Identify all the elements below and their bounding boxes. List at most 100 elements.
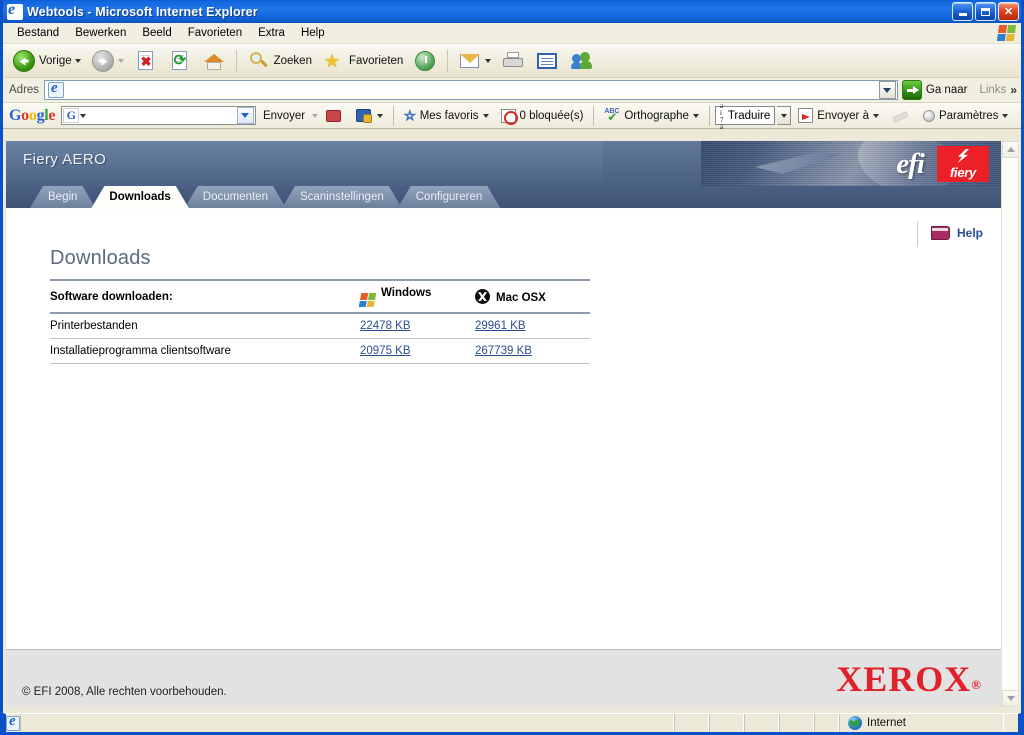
history-button[interactable] — [408, 47, 442, 75]
globe-icon — [848, 716, 862, 730]
download-link-mac[interactable]: 29961 KB — [475, 320, 526, 332]
google-settings-button[interactable]: Paramètres — [918, 105, 1013, 127]
address-input-wrapper[interactable] — [44, 80, 898, 100]
help-link[interactable]: Help — [916, 221, 983, 247]
help-label: Help — [956, 225, 983, 240]
edit-button[interactable] — [530, 47, 564, 75]
tab-begin[interactable]: Begin — [30, 186, 95, 208]
row-name: Printerbestanden — [50, 319, 138, 332]
row-name: Installatieprogramma clientsoftware — [50, 344, 231, 357]
menu-item-favorieten[interactable]: Favorieten — [180, 25, 250, 41]
google-options-caret-icon[interactable] — [377, 113, 384, 118]
status-page-icon-cell — [6, 715, 20, 731]
forward-arrow-icon — [91, 49, 115, 73]
fiery-logo: fiery — [937, 146, 989, 182]
favorites-button-label: Favorieten — [348, 54, 404, 67]
google-toolbar: Google G Envoyer ☆ Mes favoris 0 bloquée… — [3, 101, 1021, 130]
google-my-favorites-button[interactable]: ☆ Mes favoris — [399, 105, 493, 127]
scroll-up-button[interactable] — [1002, 141, 1018, 158]
scroll-down-button[interactable] — [1002, 690, 1018, 707]
address-bar: Adres Ga naar Links » — [3, 78, 1021, 103]
translate-glyph-icon: a í7 á — [719, 100, 724, 131]
print-button[interactable] — [496, 47, 530, 75]
spellcheck-label: Orthographe — [624, 109, 689, 122]
refresh-icon: ⟳ — [171, 50, 187, 70]
spellcheck-caret-icon[interactable] — [692, 113, 699, 118]
google-translate-dropdown[interactable] — [777, 106, 792, 125]
google-options-icon-button[interactable] — [350, 105, 388, 127]
google-translate-button[interactable]: a í7 á Traduire — [714, 101, 776, 130]
title-bar: Webtools - Microsoft Internet Explorer ✕ — [3, 0, 1021, 23]
ie-page-icon — [6, 715, 20, 731]
go-button-label: Ga naar — [925, 84, 968, 96]
google-popup-blocker-button[interactable]: 0 bloquée(s) — [496, 105, 589, 127]
refresh-button[interactable]: ⟳ — [163, 47, 197, 75]
home-button[interactable] — [197, 47, 231, 75]
forward-dropdown-icon[interactable] — [117, 58, 124, 63]
search-button[interactable]: Zoeken — [242, 47, 317, 75]
forward-button[interactable] — [86, 47, 129, 75]
back-button[interactable]: Vorige — [7, 47, 86, 75]
home-icon — [202, 49, 226, 73]
google-bookmarks-icon-button[interactable] — [320, 105, 348, 127]
header-mac-label: Mac OSX — [496, 292, 546, 305]
download-link-mac[interactable]: 267739 KB — [475, 345, 532, 357]
back-dropdown-icon[interactable] — [74, 58, 81, 63]
google-search-input[interactable] — [89, 108, 237, 123]
messenger-button[interactable] — [564, 47, 598, 75]
blocked-count-label: 0 bloquée(s) — [519, 109, 584, 122]
chevron-double-right-icon[interactable]: » — [1010, 83, 1021, 97]
toolbar-separator-1 — [235, 49, 237, 72]
ie-document-icon — [7, 3, 23, 20]
row-mac-cell: 29961 KB — [475, 313, 590, 339]
help-separator — [916, 221, 918, 247]
close-button[interactable]: ✕ — [998, 2, 1019, 21]
tab-downloads[interactable]: Downloads — [91, 186, 188, 208]
menu-item-bestand[interactable]: Bestand — [9, 25, 67, 41]
settings-caret-icon[interactable] — [1002, 113, 1009, 118]
google-options-icon — [355, 107, 373, 125]
favorites-button[interactable]: ★ Favorieten — [317, 47, 408, 75]
google-search-type-caret-icon[interactable] — [80, 113, 87, 118]
stop-button[interactable]: ✖ — [129, 47, 163, 75]
status-message-cell — [20, 714, 674, 732]
menu-item-help[interactable]: Help — [293, 25, 333, 41]
my-favorites-label: Mes favoris — [419, 109, 479, 122]
spellcheck-icon: ABC ✔ — [604, 107, 620, 124]
edit-page-icon — [535, 49, 559, 73]
my-favorites-caret-icon[interactable] — [482, 113, 489, 118]
send-to-caret-icon[interactable] — [872, 113, 879, 118]
address-input[interactable] — [67, 81, 879, 99]
vertical-scrollbar[interactable] — [1001, 141, 1018, 707]
maximize-button[interactable] — [975, 2, 996, 21]
download-link-windows[interactable]: 20975 KB — [360, 345, 411, 357]
history-icon — [413, 49, 437, 73]
google-send-to-button[interactable]: Envoyer à — [793, 105, 884, 127]
table-row: Printerbestanden 22478 KB 29961 KB — [50, 313, 590, 339]
minimize-button[interactable] — [952, 2, 973, 21]
security-zone[interactable]: Internet — [839, 714, 1004, 732]
mail-button[interactable] — [453, 47, 496, 75]
google-send-caret-icon[interactable] — [312, 113, 319, 118]
google-send-button[interactable]: Envoyer — [258, 105, 310, 127]
menu-item-bewerken[interactable]: Bewerken — [67, 25, 134, 41]
favorites-star-icon: ☆ — [404, 107, 417, 123]
status-cell-3 — [744, 714, 779, 732]
messenger-people-icon — [569, 49, 593, 73]
google-search-history-dropdown[interactable] — [236, 107, 254, 124]
menu-item-beeld[interactable]: Beeld — [134, 25, 179, 41]
google-spellcheck-button[interactable]: ABC ✔ Orthographe — [599, 105, 704, 127]
row-windows-cell: 22478 KB — [360, 313, 475, 339]
tab-scaninstellingen[interactable]: Scaninstellingen — [282, 186, 402, 208]
download-link-windows[interactable]: 22478 KB — [360, 320, 411, 332]
tab-configureren[interactable]: Configureren — [398, 186, 500, 208]
address-dropdown-button[interactable] — [878, 81, 896, 99]
menu-item-extra[interactable]: Extra — [250, 25, 293, 41]
mail-dropdown-icon[interactable] — [485, 58, 492, 63]
highlighter-icon — [891, 108, 909, 124]
tab-documenten[interactable]: Documenten — [185, 186, 286, 208]
row-mac-cell: 267739 KB — [475, 338, 590, 363]
google-search-box[interactable]: G — [61, 106, 256, 125]
go-button[interactable]: Ga naar — [898, 80, 976, 100]
links-button[interactable]: Links — [975, 84, 1010, 96]
